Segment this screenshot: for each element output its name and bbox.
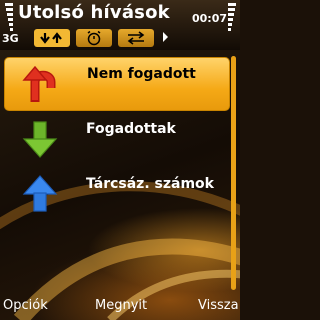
tab-scroll-right-icon[interactable]: [163, 32, 168, 42]
down-up-arrows-icon: [40, 32, 62, 44]
clock: 00:07: [192, 12, 228, 25]
tab-call-duration[interactable]: [76, 29, 112, 47]
list-item-received-calls[interactable]: Fogadottak: [4, 113, 228, 165]
battery-level-icon: [228, 3, 236, 31]
page-title: Utolsó hívások: [18, 2, 170, 23]
middle-softkey-open[interactable]: Megnyit: [95, 298, 147, 313]
network-type-indicator: 3G: [2, 32, 19, 45]
signal-strength-icon: [5, 3, 13, 31]
tab-data-counter[interactable]: [118, 29, 154, 47]
missed-call-red-arrow-icon: [22, 65, 56, 102]
received-green-down-arrow-icon: [22, 121, 58, 158]
list-item-label: Fogadottak: [86, 121, 176, 137]
scrollbar-thumb[interactable]: [231, 56, 236, 290]
list-item-label: Nem fogadott: [87, 66, 196, 82]
tab-bar: [34, 29, 154, 47]
list-item-dialed-numbers[interactable]: Tárcsáz. számok: [4, 168, 228, 220]
right-softkey-back[interactable]: Vissza: [198, 298, 239, 313]
tab-recent-calls[interactable]: [34, 29, 70, 47]
swap-arrows-icon: [127, 31, 145, 45]
list-item-missed-calls[interactable]: Nem fogadott: [4, 57, 230, 111]
scrollbar[interactable]: [231, 56, 236, 290]
list-item-label: Tárcsáz. számok: [86, 176, 214, 192]
dialed-blue-up-arrow-icon: [22, 175, 58, 212]
left-softkey-options[interactable]: Opciók: [3, 298, 48, 313]
timer-icon: [87, 30, 101, 46]
